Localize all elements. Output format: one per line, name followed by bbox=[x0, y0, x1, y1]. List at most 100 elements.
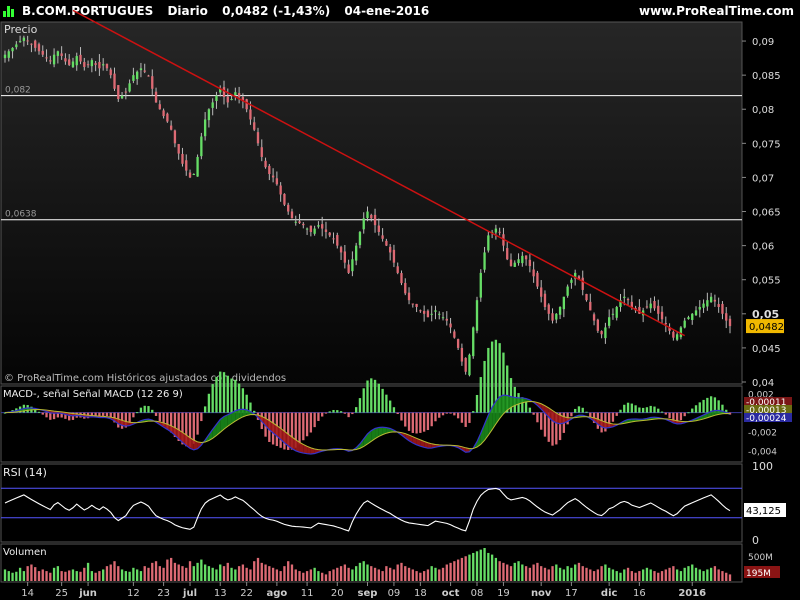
horizontal-level-label: 0,0638 bbox=[5, 210, 37, 220]
volume-bar bbox=[543, 567, 547, 581]
candle-body bbox=[660, 311, 664, 320]
price-axis-label: 0,085 bbox=[752, 71, 781, 82]
volume-bar bbox=[230, 567, 233, 581]
macd-histogram-bar bbox=[302, 412, 305, 441]
candle-body bbox=[725, 313, 728, 321]
candle-body bbox=[181, 153, 184, 164]
candle-body bbox=[279, 185, 282, 195]
volume-bar bbox=[498, 561, 501, 581]
volume-bar bbox=[592, 571, 596, 581]
macd-histogram-bar bbox=[230, 378, 233, 413]
macd-histogram-bar bbox=[381, 388, 384, 413]
candle-body bbox=[158, 104, 161, 110]
volume-bar bbox=[589, 569, 592, 581]
candle-body bbox=[290, 211, 294, 219]
candle-body bbox=[445, 318, 448, 321]
volume-bar bbox=[294, 569, 297, 581]
volume-bar bbox=[709, 567, 713, 581]
rsi-last-value: 43,125 bbox=[746, 506, 781, 517]
macd-histogram-bar bbox=[464, 412, 467, 427]
volume-bar bbox=[728, 574, 732, 581]
volume-bar bbox=[668, 567, 671, 581]
volume-bar bbox=[249, 569, 252, 581]
candle-body bbox=[517, 259, 520, 264]
volume-bar bbox=[139, 571, 143, 581]
volume-bar bbox=[502, 562, 505, 581]
candle-body bbox=[287, 204, 290, 212]
price-axis-label: 0,06 bbox=[752, 242, 774, 253]
macd-last-value: -0,00024 bbox=[746, 414, 787, 424]
macd-histogram-bar bbox=[45, 412, 48, 418]
candle-body bbox=[411, 303, 414, 305]
candle-body bbox=[249, 109, 252, 120]
volume-bar bbox=[135, 569, 139, 581]
candle-body bbox=[102, 64, 105, 66]
volume-axis-label: 500M bbox=[748, 553, 773, 563]
candle-body bbox=[422, 310, 426, 314]
macd-histogram-bar bbox=[411, 412, 414, 433]
price-axis-label: 0,075 bbox=[752, 139, 781, 150]
macd-histogram-bar bbox=[456, 412, 460, 419]
candle-body bbox=[611, 313, 615, 315]
macd-histogram-bar bbox=[664, 412, 667, 415]
macd-histogram-bar bbox=[347, 412, 350, 418]
candle-body bbox=[426, 310, 430, 318]
volume-bar bbox=[691, 564, 694, 581]
macd-histogram-bar bbox=[41, 412, 44, 415]
volume-bar bbox=[79, 571, 82, 581]
macd-histogram-bar bbox=[430, 412, 433, 427]
candle-body bbox=[524, 255, 528, 260]
volume-bar bbox=[234, 569, 237, 581]
candle-body bbox=[373, 214, 377, 226]
volume-bar bbox=[404, 566, 407, 581]
candle-body bbox=[434, 310, 437, 312]
candle-body bbox=[551, 313, 554, 321]
volume-bar bbox=[60, 571, 63, 581]
candle-body bbox=[15, 44, 18, 48]
candle-body bbox=[626, 298, 630, 301]
macd-histogram-bar bbox=[479, 377, 482, 413]
volume-bar bbox=[377, 569, 380, 581]
volume-bar bbox=[422, 571, 426, 581]
volume-bar bbox=[328, 571, 331, 581]
x-axis-label: 2016 bbox=[678, 588, 706, 599]
volume-bar bbox=[336, 567, 339, 581]
chart-svg[interactable]: Precio MACD-, señal Señal MACD (12 26 9)… bbox=[0, 0, 800, 600]
volume-bar bbox=[117, 566, 120, 581]
candle-body bbox=[430, 313, 433, 315]
candle-body bbox=[128, 83, 131, 92]
volume-bar bbox=[366, 564, 369, 581]
candle-body bbox=[555, 313, 558, 320]
candle-body bbox=[347, 264, 350, 273]
volume-bar bbox=[343, 564, 347, 581]
candle-body bbox=[687, 317, 690, 320]
candle-body bbox=[728, 318, 732, 327]
candle-body bbox=[464, 357, 467, 372]
candle-body bbox=[139, 68, 143, 71]
volume-bar bbox=[52, 567, 56, 581]
volume-bar bbox=[536, 562, 539, 581]
volume-bar bbox=[513, 562, 516, 581]
volume-bar bbox=[528, 567, 532, 581]
macd-histogram-bar bbox=[151, 409, 154, 413]
candle-body bbox=[377, 225, 380, 232]
macd-histogram-bar bbox=[536, 412, 539, 423]
candle-body bbox=[321, 224, 324, 229]
volume-bar bbox=[706, 569, 709, 581]
volume-bar bbox=[702, 571, 705, 581]
macd-histogram-bar bbox=[309, 412, 313, 433]
volume-bar bbox=[506, 564, 509, 581]
volume-bar bbox=[22, 571, 26, 581]
macd-histogram-bar bbox=[453, 412, 456, 416]
candle-body bbox=[11, 47, 14, 52]
volume-bar bbox=[264, 564, 267, 581]
candle-body bbox=[22, 37, 26, 42]
volume-bar bbox=[419, 572, 422, 581]
candle-body bbox=[154, 91, 158, 103]
volume-bar bbox=[211, 567, 214, 581]
volume-bar bbox=[456, 559, 460, 581]
candle-body bbox=[211, 102, 214, 108]
candle-body bbox=[305, 228, 309, 230]
volume-bar bbox=[71, 569, 75, 581]
candle-body bbox=[370, 214, 373, 219]
